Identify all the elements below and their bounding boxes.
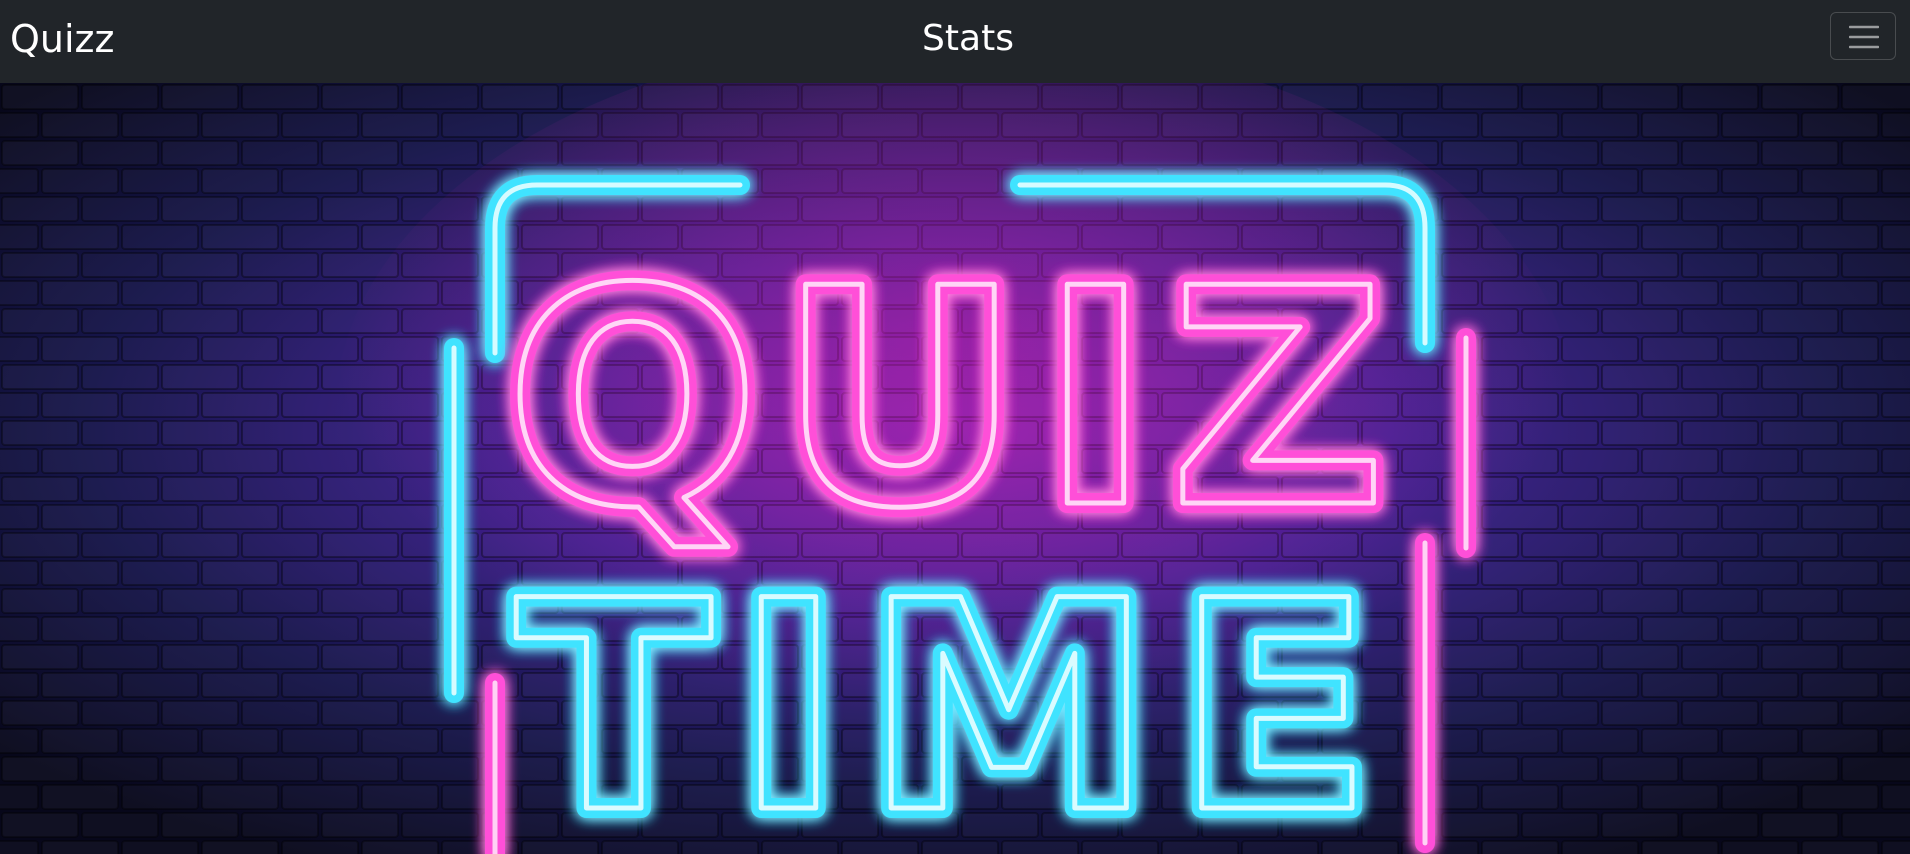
nav-title: Stats	[0, 14, 1910, 64]
brand-link[interactable]: Quizz	[10, 14, 114, 64]
neon-time-text: TIME TIME	[505, 530, 1395, 854]
neon-banner-image: QUIZ QUIZ TIME TIME	[0, 83, 1910, 854]
neon-quiz-text: QUIZ QUIZ	[495, 215, 1405, 584]
hamburger-menu-icon	[1849, 25, 1879, 49]
top-navbar: Quizz Stats	[0, 0, 1910, 83]
stats-link[interactable]: Stats	[922, 18, 1014, 59]
svg-text:TIME: TIME	[515, 540, 1395, 854]
navbar-toggler-button[interactable]	[1830, 12, 1896, 60]
svg-text:QUIZ: QUIZ	[505, 225, 1405, 574]
quiz-time-banner: QUIZ QUIZ TIME TIME	[0, 83, 1910, 854]
